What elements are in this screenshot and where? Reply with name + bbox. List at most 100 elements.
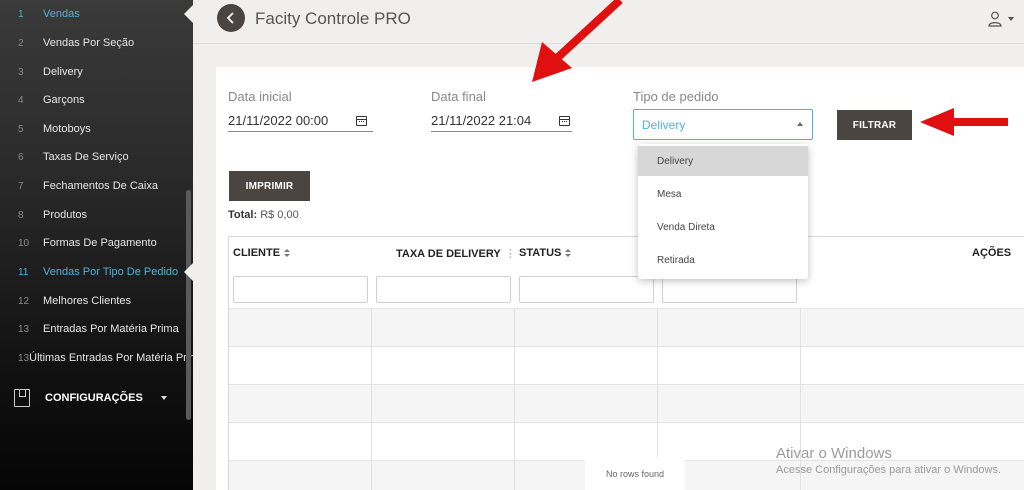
sidebar-item-number: 10 [18, 237, 30, 249]
sort-icon[interactable] [565, 248, 572, 258]
user-menu-caret-icon[interactable] [1008, 17, 1014, 21]
active-item-notch [184, 263, 193, 281]
total-summary: Total: R$ 0,00 [228, 209, 299, 221]
sidebar-item-number: 13 [18, 352, 30, 364]
report-card: Data inicial 21/11/2022 00:00 Data final… [216, 67, 1024, 490]
sidebar-item-label: Melhores Clientes [43, 295, 132, 307]
results-table: CLIENTE TAXA DE DELIVERY ⋮ STATUS AÇÕES … [228, 236, 1024, 490]
sidebar-item-motoboys[interactable]: 5 Motoboys [0, 115, 193, 143]
order-type-selected-value: Delivery [642, 118, 686, 132]
filter-input-column-4[interactable] [662, 276, 797, 303]
end-date-input[interactable]: 21/11/2022 21:04 [431, 112, 572, 132]
windows-activation-title: Ativar o Windows [776, 445, 892, 462]
sidebar-item-melhores-clientes[interactable]: 12 Melhores Clientes [0, 287, 193, 315]
sidebar-item-number: 7 [18, 180, 24, 192]
sidebar-item-label: Taxas De Serviço [43, 151, 129, 163]
active-item-notch [184, 5, 193, 23]
sidebar-item-garcons[interactable]: 4 Garçons [0, 86, 193, 114]
sidebar-item-label: Vendas Por Tipo De Pedido [43, 266, 179, 278]
sidebar-item-vendas-por-secao[interactable]: 2 Vendas Por Seção [0, 29, 193, 57]
sidebar-item-number: 12 [18, 295, 30, 307]
column-header-taxa-delivery[interactable]: TAXA DE DELIVERY ⋮ [396, 247, 516, 261]
red-arrow-icon [920, 108, 1008, 136]
table-row [229, 422, 1024, 460]
column-header-acoes: AÇÕES [972, 247, 1011, 259]
sidebar-item-number: 3 [18, 66, 24, 78]
sidebar-item-label: Motoboys [43, 123, 91, 135]
sidebar-item-fechamentos-de-caixa[interactable]: 7 Fechamentos De Caixa [0, 172, 193, 200]
sidebar-config-label: CONFIGURAÇÕES [45, 392, 143, 404]
sidebar-item-label: Garçons [43, 94, 85, 106]
calendar-icon[interactable] [356, 116, 367, 126]
sidebar-item-produtos[interactable]: 8 Produtos [0, 201, 193, 229]
bookmark-book-icon [14, 389, 30, 407]
sidebar-item-label: Entradas Por Matéria Prima [43, 323, 179, 335]
column-divider [800, 308, 801, 490]
filter-input-cliente[interactable] [233, 276, 368, 303]
start-date-label: Data inicial [228, 89, 292, 104]
red-arrow-icon [532, 0, 623, 82]
dropdown-option-retirada[interactable]: Retirada [638, 245, 808, 275]
windows-activation-subtitle: Acesse Configurações para ativar o Windo… [776, 464, 1001, 476]
total-label: Total: [228, 209, 258, 221]
sidebar-item-number: 8 [18, 209, 24, 221]
sidebar-item-label: Formas De Pagamento [43, 237, 157, 249]
sidebar-item-number: 5 [18, 123, 24, 135]
chevron-left-icon [226, 12, 234, 24]
sidebar-item-formas-de-pagamento[interactable]: 10 Formas De Pagamento [0, 229, 193, 257]
app-title: Facity Controle PRO [255, 9, 411, 28]
column-header-status[interactable]: STATUS [519, 247, 572, 259]
sidebar-item-label: Produtos [43, 209, 88, 221]
sort-icon[interactable] [284, 248, 291, 258]
sidebar: 1 Vendas 2 Vendas Por Seção 3 Delivery 4… [0, 0, 193, 490]
print-button[interactable]: IMPRIMIR [229, 171, 310, 201]
sidebar-config-menu[interactable]: CONFIGURAÇÕES [0, 384, 193, 412]
sidebar-item-delivery[interactable]: 3 Delivery [0, 58, 193, 86]
back-button[interactable] [217, 4, 245, 32]
sidebar-item-number: 2 [18, 37, 24, 49]
column-header-label: AÇÕES [972, 247, 1012, 259]
sidebar-item-label: Últimas Entradas Por Matéria Prima [29, 352, 193, 364]
sidebar-item-number: 11 [18, 266, 29, 278]
sidebar-item-number: 6 [18, 151, 24, 163]
column-header-label: CLIENTE [233, 247, 281, 259]
order-type-dropdown: Delivery Mesa Venda Direta Retirada [638, 144, 808, 279]
caret-down-icon [161, 396, 167, 400]
table-row [229, 346, 1024, 384]
sidebar-item-label: Fechamentos De Caixa [43, 180, 158, 192]
sidebar-item-vendas-por-tipo-de-pedido[interactable]: 11 Vendas Por Tipo De Pedido [0, 258, 193, 286]
filter-input-taxa-delivery[interactable] [376, 276, 511, 303]
sidebar-item-label: Vendas Por Seção [43, 37, 135, 49]
column-header-label: STATUS [519, 247, 562, 259]
column-header-cliente[interactable]: CLIENTE [233, 247, 291, 259]
filter-button[interactable]: FILTRAR [837, 110, 912, 140]
dropdown-option-venda-direta[interactable]: Venda Direta [638, 212, 808, 242]
sidebar-item-entradas-por-materia-prima[interactable]: 13 Entradas Por Matéria Prima [0, 315, 193, 343]
start-date-input[interactable]: 21/11/2022 00:00 [228, 112, 373, 132]
end-date-label: Data final [431, 89, 486, 104]
empty-table-message: No rows found [585, 457, 685, 490]
total-value: R$ 0,00 [260, 209, 299, 221]
sidebar-item-number: 1 [18, 8, 24, 20]
column-resize-icon[interactable]: ⋮ [505, 247, 516, 260]
order-type-select[interactable]: Delivery [633, 109, 813, 140]
sidebar-item-label: Vendas [43, 8, 80, 20]
user-icon[interactable] [988, 11, 1002, 27]
sidebar-item-label: Delivery [43, 66, 83, 78]
table-row [229, 384, 1024, 422]
filter-input-status[interactable] [519, 276, 654, 303]
sidebar-item-number: 13 [18, 323, 30, 335]
sidebar-item-ultimas-entradas[interactable]: 13 Últimas Entradas Por Matéria Prima [0, 344, 193, 372]
column-divider [371, 308, 372, 490]
dropdown-option-mesa[interactable]: Mesa [638, 179, 808, 209]
sidebar-item-number: 4 [18, 94, 24, 106]
table-row [229, 308, 1024, 346]
sidebar-scrollbar[interactable] [186, 190, 191, 420]
sidebar-item-taxas-de-servico[interactable]: 6 Taxas De Serviço [0, 143, 193, 171]
column-header-label: TAXA DE DELIVERY [396, 247, 501, 260]
dropdown-option-delivery[interactable]: Delivery [638, 146, 808, 176]
sidebar-item-vendas[interactable]: 1 Vendas [0, 0, 193, 28]
column-divider [514, 308, 515, 490]
calendar-icon[interactable] [559, 116, 570, 126]
caret-up-icon [797, 122, 803, 126]
